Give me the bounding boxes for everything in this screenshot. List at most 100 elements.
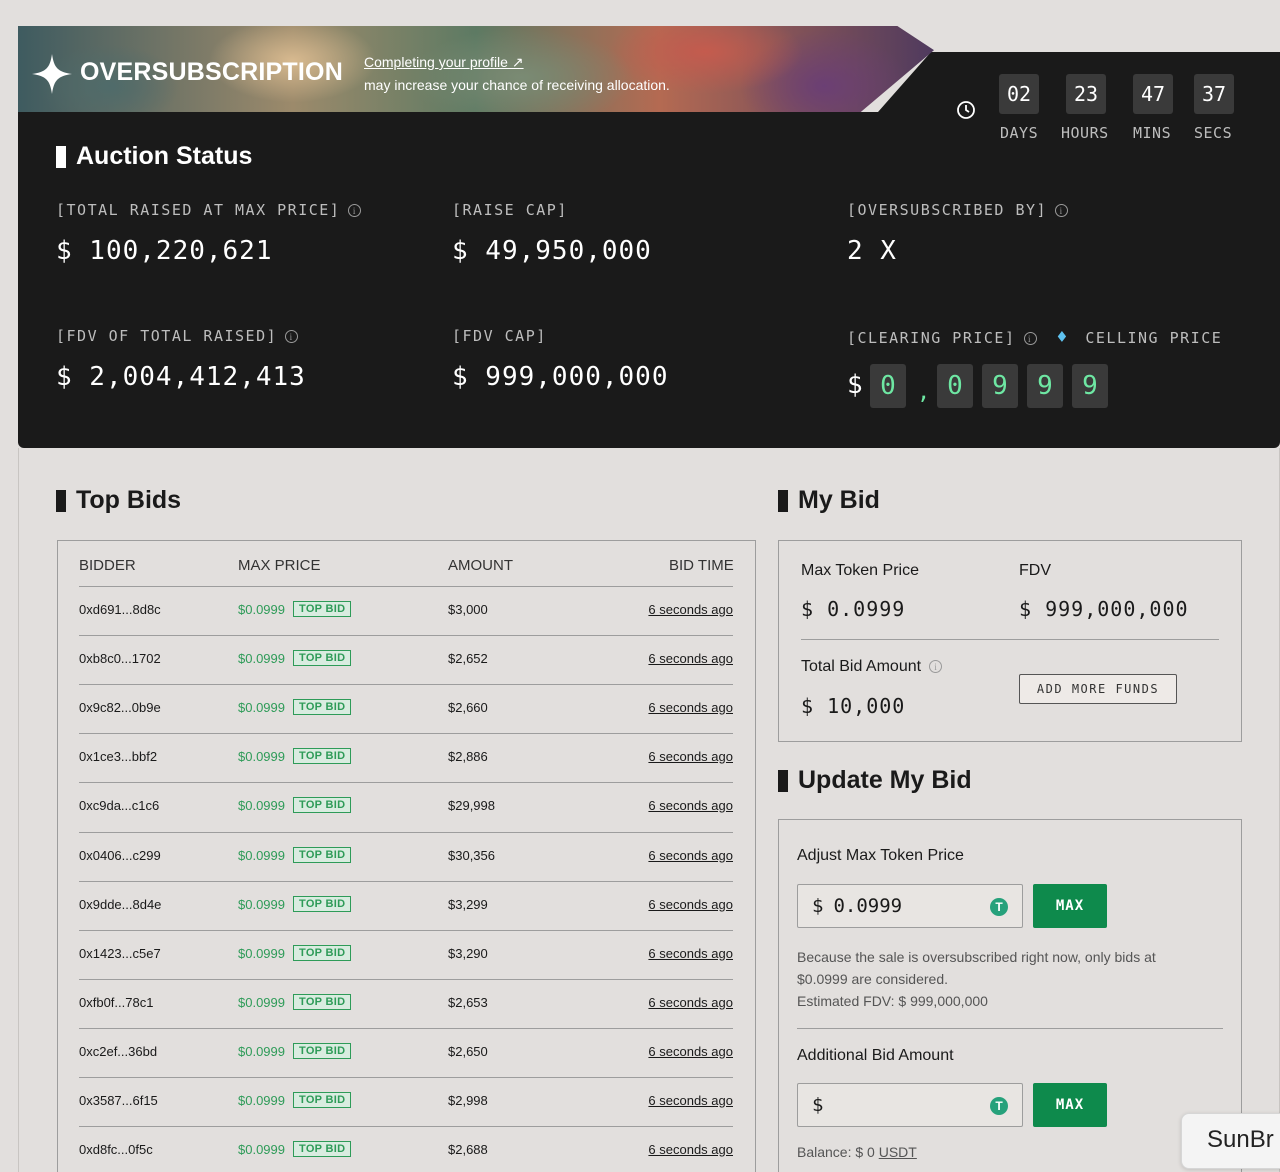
bid-time-link[interactable]: 6 seconds ago <box>623 1093 733 1108</box>
bid-amount: $30,356 <box>448 848 495 863</box>
table-row-divider <box>79 930 733 931</box>
chat-widget[interactable]: SunBr <box>1181 1113 1280 1169</box>
max-price: $0.0999 <box>238 602 285 617</box>
bid-time-link[interactable]: 6 seconds ago <box>623 798 733 813</box>
bid-amount: $3,000 <box>448 602 488 617</box>
info-icon[interactable]: i <box>929 660 943 674</box>
table-row-divider <box>79 832 733 833</box>
title-bar <box>778 489 788 512</box>
max-price: $0.0999 <box>238 1093 285 1108</box>
balance-line: Balance: $ 0 USDT <box>797 1141 917 1163</box>
top-bid-badge: TOP BID <box>293 994 352 1010</box>
bid-time-link[interactable]: 6 seconds ago <box>623 848 733 863</box>
clearing-digit: 9 <box>1072 364 1108 408</box>
column-header-amount: AMOUNT <box>448 557 513 574</box>
usdt-link[interactable]: USDT <box>879 1144 917 1160</box>
bid-time-link[interactable]: 6 seconds ago <box>623 602 733 617</box>
top-bid-badge: TOP BID <box>293 650 352 666</box>
info-icon[interactable]: i <box>285 330 299 343</box>
oversubscribed-label-text: [OVERSUBSCRIBED BY] <box>847 201 1048 219</box>
bid-amount: $3,299 <box>448 897 488 912</box>
usdt-icon: T <box>990 1097 1008 1115</box>
top-bid-badge: TOP BID <box>293 896 352 912</box>
note-line: Because the sale is oversubscribed right… <box>797 949 1156 965</box>
max-price: $0.0999 <box>238 1142 285 1157</box>
bid-amount: $2,688 <box>448 1142 488 1157</box>
bid-time-link[interactable]: 6 seconds ago <box>623 700 733 715</box>
top-bid-badge: TOP BID <box>293 1141 352 1157</box>
bid-amount: $2,660 <box>448 700 488 715</box>
update-bid-title: Update My Bid <box>778 766 972 795</box>
countdown-secs-label: SECS <box>1194 124 1233 142</box>
bid-time-link[interactable]: 6 seconds ago <box>623 995 733 1010</box>
banner-title: OVERSUBSCRIPTION <box>80 58 343 86</box>
my-bid-label: My Bid <box>798 486 880 514</box>
countdown-hours: 23 <box>1066 74 1106 114</box>
clearing-digit: 9 <box>1027 364 1063 408</box>
table-header-divider <box>79 586 733 587</box>
bid-time-link[interactable]: 6 seconds ago <box>623 651 733 666</box>
my-bid-title: My Bid <box>778 486 880 515</box>
title-bar <box>56 145 66 168</box>
bid-amount: $3,290 <box>448 946 488 961</box>
clock-icon <box>957 101 975 119</box>
raise-cap-value: $ 49,950,000 <box>452 236 652 266</box>
max-price: $0.0999 <box>238 749 285 764</box>
max-token-price-value: $ 0.0999 <box>801 597 906 621</box>
additional-amount-field[interactable]: $ T <box>797 1083 1023 1127</box>
promo-text: may increase your chance of receiving al… <box>364 77 670 93</box>
top-bid-badge: TOP BID <box>293 601 352 617</box>
bid-time-link[interactable]: 6 seconds ago <box>623 946 733 961</box>
bid-time-link[interactable]: 6 seconds ago <box>623 749 733 764</box>
total-raised-label-text: [TOTAL RAISED AT MAX PRICE] <box>56 201 341 219</box>
bidder-address: 0x1423...c5e7 <box>79 946 161 961</box>
max-price-input[interactable] <box>833 895 994 917</box>
max-price: $0.0999 <box>238 848 285 863</box>
max-amount-button[interactable]: MAX <box>1033 1083 1107 1127</box>
max-price-button[interactable]: MAX <box>1033 884 1107 928</box>
table-row-divider <box>79 635 733 636</box>
bid-time-link[interactable]: 6 seconds ago <box>623 897 733 912</box>
additional-amount-label: Additional Bid Amount <box>797 1047 954 1064</box>
table-row-divider <box>79 733 733 734</box>
diamond-icon: ♦ <box>1056 327 1069 348</box>
max-price: $0.0999 <box>238 798 285 813</box>
countdown-mins: 47 <box>1133 74 1173 114</box>
clearing-label-text: [CLEARING PRICE] <box>847 329 1016 347</box>
ceiling-price-label: CELLING PRICE <box>1085 329 1223 347</box>
total-raised-value: $ 100,220,621 <box>56 236 273 266</box>
max-price: $0.0999 <box>238 651 285 666</box>
countdown-days: 02 <box>999 74 1039 114</box>
info-icon[interactable]: i <box>1023 332 1037 345</box>
bidder-address: 0x9dde...8d4e <box>79 897 162 912</box>
max-price: $0.0999 <box>238 700 285 715</box>
clearing-digit: 0 <box>937 364 973 408</box>
top-bids-title: Top Bids <box>56 486 181 515</box>
bidder-address: 0x9c82...0b9e <box>79 700 161 715</box>
fdv-cap-label: [FDV CAP] <box>452 327 547 345</box>
top-bid-badge: TOP BID <box>293 1043 352 1059</box>
bid-amount: $2,998 <box>448 1093 488 1108</box>
table-row-divider <box>79 1126 733 1127</box>
bid-time-link[interactable]: 6 seconds ago <box>623 1044 733 1059</box>
info-icon[interactable]: i <box>1055 204 1069 217</box>
total-bid-amount-value: $ 10,000 <box>801 694 906 718</box>
info-icon[interactable]: i <box>348 204 362 217</box>
max-price-field[interactable]: $ T <box>797 884 1023 928</box>
adjust-price-label: Adjust Max Token Price <box>797 847 964 864</box>
fdv-total-label-text: [FDV OF TOTAL RAISED] <box>56 327 278 345</box>
fdv-total-value: $ 2,004,412,413 <box>56 362 306 392</box>
column-header-bid-time: BID TIME <box>669 557 734 574</box>
bid-time-link[interactable]: 6 seconds ago <box>623 1142 733 1157</box>
add-more-funds-button[interactable]: ADD MORE FUNDS <box>1019 674 1177 704</box>
oversubscribed-label: [OVERSUBSCRIBED BY] i <box>847 201 1069 219</box>
divider <box>801 639 1219 640</box>
fdv-cap-value: $ 999,000,000 <box>452 362 669 392</box>
update-bid-label: Update My Bid <box>798 766 972 794</box>
top-bid-badge: TOP BID <box>293 847 352 863</box>
currency-prefix: $ <box>812 895 824 917</box>
table-row-divider <box>79 881 733 882</box>
complete-profile-link[interactable]: Completing your profile ↗ <box>364 54 524 71</box>
additional-amount-input[interactable] <box>833 1094 994 1116</box>
balance-text: Balance: $ 0 <box>797 1144 879 1160</box>
